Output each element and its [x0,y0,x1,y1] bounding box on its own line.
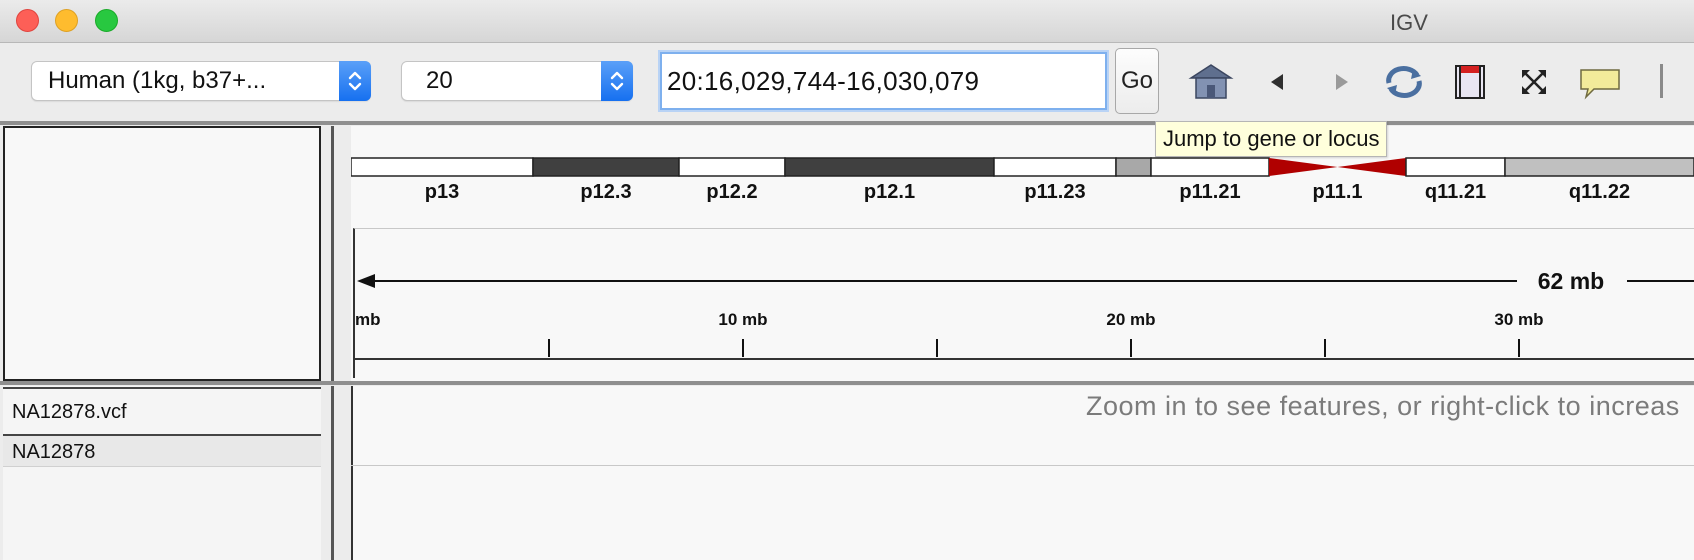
locus-input-value: 20:16,029,744-16,030,079 [667,66,980,96]
go-button[interactable]: Go [1115,48,1159,114]
arrow-left-icon [357,274,375,288]
minimize-window-button[interactable] [55,9,78,32]
maximize-window-button[interactable] [95,9,118,32]
ideogram-band-label: q11.21 [1425,181,1486,203]
chromosome-dropdown[interactable]: 20 [401,61,633,101]
header-name-panel [3,126,321,381]
tooltip: Jump to gene or locus [1155,121,1388,157]
ideogram-band[interactable] [784,157,995,177]
ideogram-band-label: p12.1 [864,181,915,203]
sample-name[interactable]: NA12878 [12,441,95,464]
toolbar-separator [1660,64,1663,98]
ideogram-band[interactable] [532,157,680,177]
ruler-svg: 62 mb mb 10 mb 20 mb 30 mb [355,268,1694,360]
ideogram-band-label: q11.22 [1569,181,1630,203]
zoom-message: Zoom in to see features, or right-click … [1086,391,1680,421]
genome-dropdown-value: Human (1kg, b37+... [48,67,267,94]
attribute-divider-lower[interactable] [331,386,334,560]
track-name-panel: NA12878.vcf NA12878 [3,386,321,560]
chevron-updown-icon [601,61,633,101]
roi-icon[interactable] [1447,61,1493,103]
ideogram-band[interactable] [678,157,786,177]
span-label: 62 mb [1538,268,1604,294]
popup-info-icon[interactable] [1577,61,1623,103]
ruler-tick-label: 20 mb [1106,310,1155,329]
ruler-panel: 62 mb mb 10 mb 20 mb 30 mb [353,228,1694,378]
genome-dropdown[interactable]: Human (1kg, b37+... [31,61,371,101]
ideogram-band[interactable] [1269,158,1406,176]
ideogram-band-label: p11.23 [1024,181,1085,203]
ruler-tick-label: mb [355,310,381,329]
header-divider [0,121,1694,125]
data-panel-divider [0,381,1694,385]
back-icon[interactable] [1255,61,1301,103]
ruler-tick-label: 10 mb [718,310,767,329]
ideogram-band[interactable] [1405,157,1506,177]
ideogram-band-label: p11.1 [1312,181,1362,203]
ideogram-band[interactable] [1150,157,1270,177]
ideogram-band[interactable] [351,157,534,177]
chevron-updown-icon [339,61,371,101]
close-window-button[interactable] [16,9,39,32]
ideogram-band[interactable] [1504,157,1694,177]
ideogram-band-label: p11.21 [1179,181,1240,203]
ideogram-band-label: p12.3 [580,181,631,203]
ruler-tick-label: 30 mb [1494,310,1543,329]
toolbar: Human (1kg, b37+... 20 20:16,029,744-16,… [0,43,1694,121]
chromosome-dropdown-value: 20 [426,67,453,94]
ideogram-band-label: p12.2 [706,181,757,203]
refresh-icon[interactable] [1381,61,1427,103]
ideogram-band[interactable] [993,157,1117,177]
window-title: IGV [1390,10,1428,35]
ideogram-band[interactable] [1115,157,1152,177]
title-bar: IGV [0,0,1694,43]
attribute-divider[interactable] [331,126,334,381]
resize-icon[interactable] [1511,61,1557,103]
home-icon[interactable] [1188,61,1234,103]
locus-search-input[interactable]: 20:16,029,744-16,030,079 [660,52,1107,110]
forward-icon[interactable] [1318,61,1364,103]
ideogram-band-label: p13 [425,181,459,203]
chromosome-ideogram[interactable]: p13 p12.3 p12.2 p12.1 p11.23 p11.21 p11.1 q11.2… [351,126,1694,226]
vcf-track-name[interactable]: NA12878.vcf [12,401,127,424]
